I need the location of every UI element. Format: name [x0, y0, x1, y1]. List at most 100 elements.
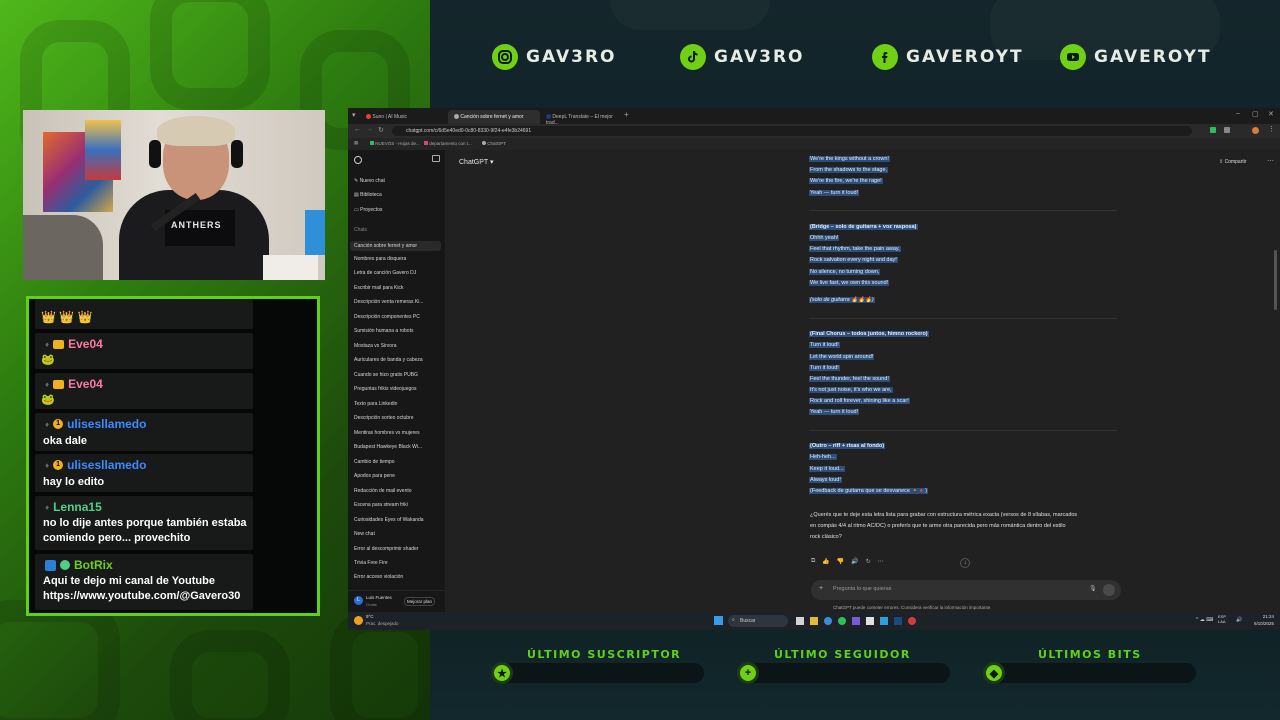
bookmark-item[interactable]: ChatGPT	[482, 141, 506, 146]
more-options-icon[interactable]: ⋯	[1267, 157, 1274, 165]
chat-message: ♦ 1 ulisesllamedo hay lo edito	[35, 454, 253, 492]
extension-icon[interactable]	[1210, 127, 1216, 133]
share-button[interactable]: ⇪ Compartir	[1219, 159, 1247, 165]
sidebar-item-library[interactable]: ▤ Biblioteca	[354, 192, 382, 198]
tab-chatgpt[interactable]: Canción sobre fernet y amor	[448, 110, 540, 124]
more-menu-icon[interactable]: ⋮	[1268, 125, 1275, 133]
bookmark-item[interactable]: NUEVOS - Hojas de...	[370, 141, 420, 146]
chat-history-item[interactable]: Curiosidades Eyes of Wakanda	[354, 517, 424, 523]
lyric-line: We're the kings without a crown!	[809, 156, 890, 162]
task-view-icon[interactable]	[796, 617, 804, 625]
chat-history-item[interactable]: Letra de canción Gavero DJ	[354, 270, 416, 276]
chat-history-item[interactable]: Escena para stream friki	[354, 502, 408, 508]
folder-icon: ▭	[354, 207, 359, 213]
sidebar-toggle-icon[interactable]	[432, 155, 440, 162]
sidebar-item-projects[interactable]: ▭ Proyectos	[354, 207, 382, 213]
weather-icon[interactable]	[354, 616, 363, 625]
chat-history-item[interactable]: Cuando se hizo gratis PUBG	[354, 372, 418, 378]
prompt-input[interactable]: + Pregunta lo que quieras 🎙	[811, 580, 1121, 600]
chrome-icon[interactable]	[838, 617, 846, 625]
sidebar-item-new-chat[interactable]: ✎ Nuevo chat	[354, 178, 385, 184]
reload-icon[interactable]: ↻	[378, 126, 384, 134]
telegram-icon[interactable]	[880, 617, 888, 625]
assistant-question: ¿Querés que te deje esta letra lista par…	[810, 512, 1078, 518]
obs-icon[interactable]	[908, 617, 916, 625]
url-field[interactable]: chatgpt.com/c/6d5e40ed0-0c80-8330-9f24-e…	[392, 126, 1192, 136]
system-tray-icons[interactable]: ^ ☁ ⌨	[1196, 617, 1213, 623]
app-icon[interactable]	[852, 617, 860, 625]
chat-history-item[interactable]: Budapest Hawkeye Black Wi...	[354, 444, 422, 450]
model-selector[interactable]: ChatGPT ▾	[459, 158, 494, 166]
chat-history-item[interactable]: Escribir mail para Kick	[354, 285, 403, 291]
bookmark-item[interactable]: departamento con t...	[424, 141, 472, 146]
chat-history-item[interactable]: Canción sobre fernet y amor	[350, 241, 441, 251]
tab-deepl[interactable]: DeepL Translate – El mejor trad...	[540, 110, 628, 126]
volume-icon[interactable]: 🔊	[1236, 617, 1242, 623]
chat-history-item[interactable]: Texto para Linkedin	[354, 401, 397, 407]
profile-avatar[interactable]	[1252, 127, 1259, 134]
close-button[interactable]: ✕	[1268, 110, 1274, 118]
openai-logo-icon[interactable]	[354, 156, 362, 164]
chat-history-item[interactable]: Mostaza vs Sirvora	[354, 343, 397, 349]
minimize-button[interactable]: –	[1236, 110, 1240, 117]
app-icon[interactable]	[866, 617, 874, 625]
address-bar-row: ← → ↻ chatgpt.com/c/6d5e40ed0-0c80-8330-…	[348, 124, 1280, 138]
lyric-line: Rock and roll forever, shining like a sc…	[809, 398, 910, 404]
edge-icon[interactable]	[824, 617, 832, 625]
chat-history-item[interactable]: New chat	[354, 531, 375, 537]
chat-history-item[interactable]: Redacción de mail evento	[354, 488, 412, 494]
lyric-line: Rock salvation every night and day!	[809, 257, 898, 263]
voice-mode-button[interactable]	[1103, 584, 1115, 596]
chat-history-item[interactable]: Cambio de tiempo	[354, 459, 395, 465]
start-button[interactable]	[714, 616, 723, 625]
divider	[809, 318, 1117, 319]
tab-menu-icon[interactable]: ▾	[352, 111, 356, 119]
chat-history-item[interactable]: Nombres para disquera	[354, 256, 406, 262]
file-explorer-icon[interactable]	[810, 617, 818, 625]
plus-icon: +	[737, 662, 759, 684]
scrollbar[interactable]	[1274, 250, 1277, 310]
maximize-button[interactable]: ▢	[1252, 110, 1259, 118]
chat-history-item[interactable]: Trivia Free Fire	[354, 560, 388, 566]
chat-history-item[interactable]: Auriculares de banda y cabeza	[354, 357, 423, 363]
chat-history-item[interactable]: Error acceso violación	[354, 574, 403, 580]
chat-history-item[interactable]: Preguntas frikis videojuegos	[354, 386, 417, 392]
facebook-icon	[872, 44, 898, 70]
screen-capture: ▾ Suno | AI Music Canción sobre fernet y…	[348, 108, 1280, 630]
speaker-icon[interactable]: 🔊	[851, 558, 858, 565]
user-panel[interactable]: L Luis Fuentes Gratis Mejorar plan	[348, 590, 445, 612]
chat-history-item[interactable]: Mentiras hombres vs mujeres	[354, 430, 420, 436]
chats-heading: Chats	[354, 227, 368, 233]
chat-history-item[interactable]: Error al descomprimir shader	[354, 546, 418, 552]
bookmarks-bar: ▦ NUEVOS - Hojas de... departamento con …	[348, 138, 1280, 150]
apps-icon[interactable]: ▦	[354, 140, 358, 146]
steam-icon[interactable]	[894, 617, 902, 625]
chat-history-item[interactable]: Descripción componentes PC	[354, 314, 420, 320]
thumbs-up-icon[interactable]: 👍	[822, 558, 829, 565]
extension-icon[interactable]	[1224, 127, 1230, 133]
chat-history-item[interactable]: Descripción sorteo octubre	[354, 415, 413, 421]
chat-history-item[interactable]: Apodos para pene	[354, 473, 395, 479]
assistant-question: en compás 4/4 al ritmo AC/DC) o preferís…	[810, 523, 1066, 529]
thumbs-down-icon[interactable]: 👎	[837, 558, 844, 565]
forward-icon[interactable]: →	[366, 126, 373, 133]
message-actions: ⧉ 👍 👎 🔊 ↻ ⋯	[811, 558, 884, 565]
tab-suno[interactable]: Suno | AI Music	[360, 110, 448, 124]
taskbar-search[interactable]: ⌕ Buscar	[728, 615, 788, 627]
lyric-line: From the shadows to the stage,	[809, 167, 889, 173]
chat-message: ♦ Lenna15 no lo dije antes porque tambié…	[35, 496, 253, 550]
scroll-down-button[interactable]: ↓	[960, 558, 970, 568]
attach-icon[interactable]: +	[819, 585, 823, 592]
copy-icon[interactable]: ⧉	[811, 558, 815, 565]
chat-text: oka dale	[43, 435, 88, 447]
browser-tab-bar: ▾ Suno | AI Music Canción sobre fernet y…	[348, 108, 1280, 126]
lyric-line: Let the world spin around!	[809, 354, 875, 360]
back-icon[interactable]: ←	[354, 126, 361, 133]
chat-history-item[interactable]: Descripción venta remeras Ki...	[354, 299, 423, 305]
new-tab-button[interactable]: +	[624, 110, 629, 119]
chat-history-item[interactable]: Sumisión humana a robots	[354, 328, 413, 334]
regenerate-icon[interactable]: ↻	[866, 558, 871, 565]
microphone-icon[interactable]: 🎙	[1089, 585, 1097, 592]
more-icon[interactable]: ⋯	[878, 558, 884, 565]
upgrade-plan-button[interactable]: Mejorar plan	[404, 597, 436, 606]
